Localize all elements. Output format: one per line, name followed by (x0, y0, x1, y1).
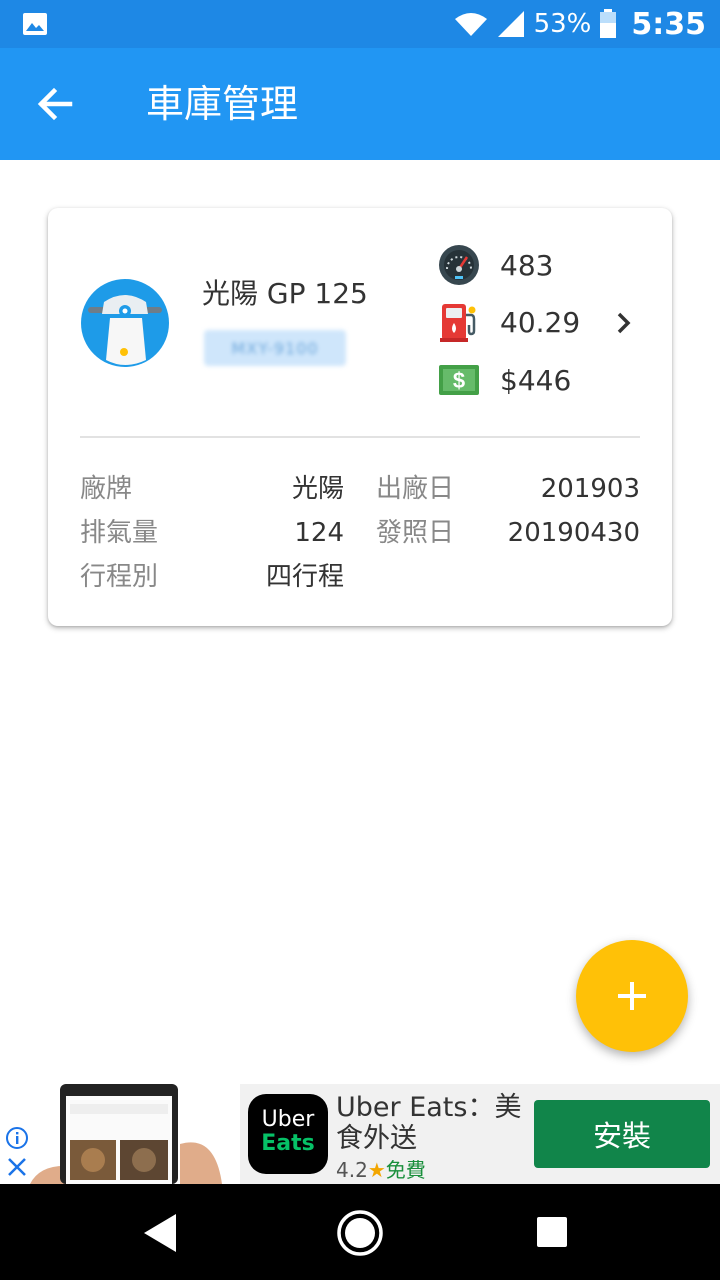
uber-eats-logo: Uber Eats (248, 1094, 328, 1174)
nav-recent-apps-icon[interactable] (536, 1216, 568, 1248)
money-icon: $ (439, 365, 479, 395)
ad-app-panel[interactable]: Uber Eats Uber Eats：美食外送 4.2★免費 安裝 (240, 1084, 720, 1184)
nav-home-icon[interactable] (335, 1208, 385, 1258)
rating-value: 4.2 (336, 1158, 368, 1182)
screen: 53% 5:35 車庫管理 光陽 GP 125 MXY-9100 483 40.… (0, 0, 720, 1280)
displacement-label: 排氣量 (80, 518, 159, 548)
card-divider (80, 436, 640, 438)
plus-icon (618, 982, 646, 1010)
stroke-label: 行程別 (80, 562, 159, 592)
cost-stat: $ $446 (438, 358, 571, 402)
price-label: 免費 (385, 1158, 426, 1182)
vehicle-name: 光陽 GP 125 (202, 277, 368, 310)
fuel-stat: 40.29 (438, 300, 580, 344)
navigation-bar (0, 1184, 720, 1280)
brand-label: 廠牌 (80, 474, 133, 504)
page-title: 車庫管理 (146, 82, 299, 126)
battery-percent: 53% (533, 9, 592, 39)
add-vehicle-button[interactable] (576, 940, 688, 1052)
nav-back-icon[interactable] (138, 1210, 184, 1256)
logo-text-bottom: Eats (261, 1131, 315, 1156)
ad-app-title: Uber Eats：美食外送 (336, 1092, 522, 1154)
fuel-pump-icon (440, 304, 476, 342)
ad-phone-image (30, 1084, 240, 1184)
odometer-stat: 483 (438, 243, 553, 287)
license-date-label: 發照日 (376, 518, 455, 548)
manufacture-date-value: 201903 (540, 474, 640, 504)
status-icons: 53% 5:35 (454, 0, 706, 48)
ad-rating: 4.2★免費 (336, 1154, 426, 1183)
vehicle-card[interactable]: 光陽 GP 125 MXY-9100 483 40.29 $ $446 廠牌 光… (48, 208, 672, 626)
scooter-icon (81, 279, 169, 367)
close-icon[interactable] (6, 1156, 28, 1178)
odometer-value: 483 (500, 248, 554, 282)
status-bar: 53% 5:35 (0, 0, 720, 48)
stroke-value: 四行程 (265, 562, 344, 592)
fuel-value: 40.29 (500, 305, 581, 339)
star-icon: ★ (367, 1158, 386, 1182)
install-button[interactable]: 安裝 (534, 1100, 710, 1168)
arrow-back-icon[interactable] (30, 80, 82, 128)
chevron-right-icon[interactable] (612, 308, 636, 338)
battery-icon (600, 9, 617, 38)
license-date-value: 20190430 (507, 518, 640, 548)
license-plate-blurred: MXY-9100 (204, 330, 346, 366)
info-icon[interactable] (5, 1126, 29, 1150)
logo-text-top: Uber (261, 1107, 315, 1132)
signal-icon (497, 11, 524, 37)
status-time: 5:35 (631, 6, 706, 42)
wifi-icon (454, 13, 487, 36)
manufacture-date-label: 出廠日 (376, 474, 455, 504)
gallery-icon (23, 13, 47, 35)
speedometer-icon (439, 245, 479, 285)
cost-value: $446 (500, 363, 572, 397)
displacement-value: 124 (294, 518, 344, 548)
svg-text:$: $ (453, 368, 465, 393)
app-bar: 車庫管理 (0, 48, 720, 160)
brand-value: 光陽 (291, 474, 344, 504)
